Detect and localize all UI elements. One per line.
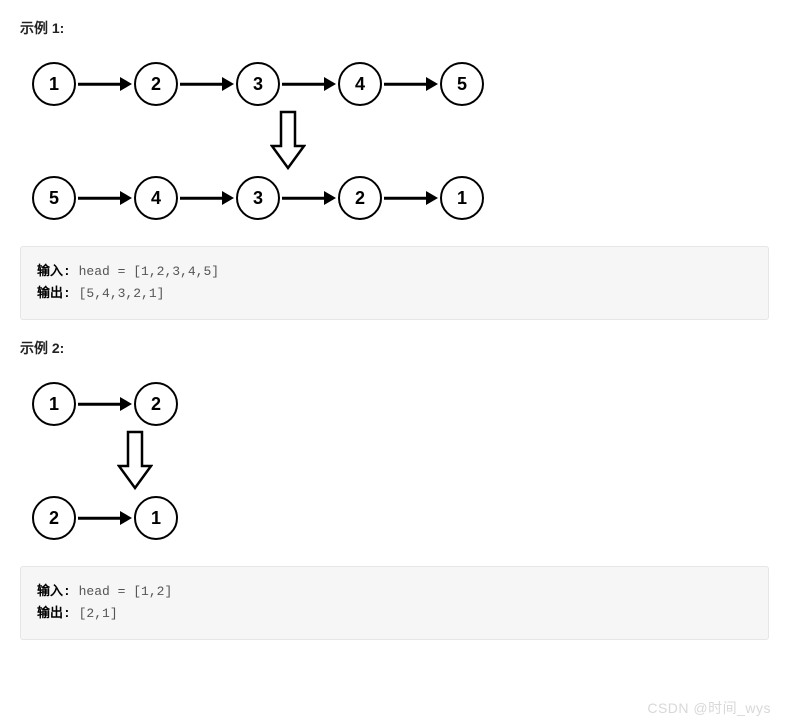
arrow-right-icon: [76, 382, 134, 426]
example1-after-list: 5 4 3 2 1: [32, 176, 757, 220]
arrow-right-icon: [178, 62, 236, 106]
arrow-right-icon: [280, 176, 338, 220]
input-value: head = [1,2]: [79, 584, 173, 599]
list-node: 1: [32, 62, 76, 106]
code-input-line: 输入: head = [1,2]: [37, 581, 752, 603]
input-value: head = [1,2,3,4,5]: [79, 264, 219, 279]
list-node: 2: [338, 176, 382, 220]
output-label: 输出:: [37, 606, 71, 621]
arrow-right-icon: [76, 496, 134, 540]
list-node: 5: [32, 176, 76, 220]
example2-diagram: 1 2 2 1: [20, 370, 769, 552]
output-label: 输出:: [37, 286, 71, 301]
transform-arrow-down-icon: [117, 430, 153, 492]
code-output-line: 输出: [5,4,3,2,1]: [37, 283, 752, 305]
arrow-right-icon: [280, 62, 338, 106]
input-label: 输入:: [37, 584, 71, 599]
list-node: 2: [134, 62, 178, 106]
example2-heading: 示例 2:: [20, 338, 769, 358]
code-input-line: 输入: head = [1,2,3,4,5]: [37, 261, 752, 283]
example1-heading: 示例 1:: [20, 18, 769, 38]
input-label: 输入:: [37, 264, 71, 279]
transform-arrow-down-icon: [270, 110, 306, 172]
code-output-line: 输出: [2,1]: [37, 603, 752, 625]
list-node: 4: [338, 62, 382, 106]
example2-after-list: 2 1: [32, 496, 757, 540]
list-node: 5: [440, 62, 484, 106]
arrow-right-icon: [382, 176, 440, 220]
arrow-right-icon: [178, 176, 236, 220]
example2-code-block: 输入: head = [1,2] 输出: [2,1]: [20, 566, 769, 640]
watermark-text: CSDN @时间_wys: [647, 698, 771, 718]
list-node: 4: [134, 176, 178, 220]
arrow-right-icon: [76, 62, 134, 106]
example2-before-list: 1 2: [32, 382, 757, 426]
list-node: 3: [236, 62, 280, 106]
list-node: 1: [134, 496, 178, 540]
example1-before-list: 1 2 3 4 5: [32, 62, 757, 106]
arrow-right-icon: [382, 62, 440, 106]
output-value: [5,4,3,2,1]: [79, 286, 165, 301]
example1-diagram: 1 2 3 4 5 5 4 3 2 1: [20, 50, 769, 232]
output-value: [2,1]: [79, 606, 118, 621]
arrow-right-icon: [76, 176, 134, 220]
list-node: 2: [134, 382, 178, 426]
list-node: 1: [32, 382, 76, 426]
list-node: 2: [32, 496, 76, 540]
list-node: 1: [440, 176, 484, 220]
list-node: 3: [236, 176, 280, 220]
example1-code-block: 输入: head = [1,2,3,4,5] 输出: [5,4,3,2,1]: [20, 246, 769, 320]
